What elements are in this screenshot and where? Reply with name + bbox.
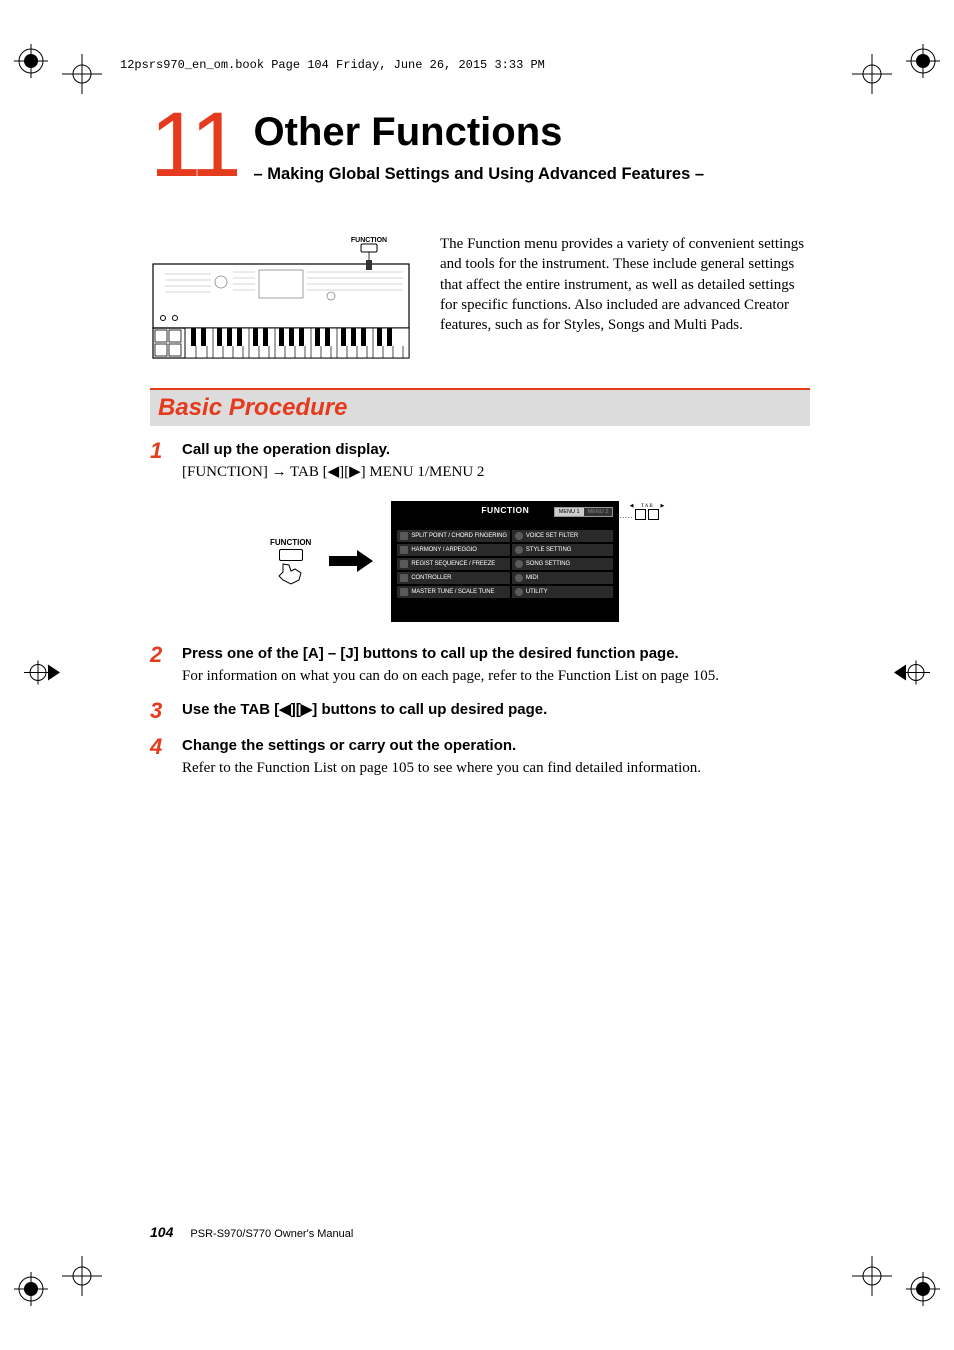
registration-mark-icon [14, 1272, 48, 1306]
crop-mark-icon [852, 1256, 892, 1296]
screen-title: FUNCTION [391, 505, 619, 515]
menu-item-icon [400, 532, 408, 540]
menu-item: MASTER TUNE / SCALE TUNE [397, 586, 510, 598]
page-content: 11 Other Functions – Making Global Setti… [150, 110, 810, 793]
menu-item-icon [515, 588, 523, 596]
menu-item: VOICE SET FILTER [512, 530, 613, 542]
page-number: 104 [150, 1224, 173, 1240]
crop-mark-icon [62, 54, 102, 94]
menu-item-label: STYLE SETTING [526, 547, 571, 553]
menu-item-label: REGIST SEQUENCE / FREEZE [411, 561, 495, 567]
screen-left-column: SPLIT POINT / CHORD FINGERING HARMONY / … [397, 530, 510, 600]
menu-item: REGIST SEQUENCE / FREEZE [397, 558, 510, 570]
step-1: 1 Call up the operation display. [FUNCTI… [150, 440, 810, 483]
steps-list: 1 Call up the operation display. [FUNCTI… [150, 440, 810, 779]
step-title: Use the TAB [◀][▶] buttons to call up de… [182, 700, 810, 720]
function-diagram: FUNCTION FUNCTION MENU [270, 501, 810, 622]
tab-right-button-icon [648, 509, 659, 520]
step-number: 1 [150, 440, 168, 483]
step-body: [FUNCTION] → TAB [◀][▶] MENU 1/MENU 2 [182, 462, 810, 482]
menu-item: SONG SETTING [512, 558, 613, 570]
registration-mark-icon [14, 44, 48, 78]
page-footer: 104 PSR-S970/S770 Owner's Manual [150, 1224, 353, 1240]
menu-item-label: MIDI [526, 575, 538, 581]
crop-mark-icon [890, 661, 934, 690]
function-screen-wrapper: FUNCTION MENU 1 MENU 2 SPLIT POINT / CHO… [391, 501, 619, 622]
menu-item: SPLIT POINT / CHORD FINGERING [397, 530, 510, 542]
step-3: 3 Use the TAB [◀][▶] buttons to call up … [150, 700, 810, 722]
screen-header: FUNCTION MENU 1 MENU 2 [397, 507, 613, 517]
chapter-subtitle: – Making Global Settings and Using Advan… [254, 165, 810, 184]
document-page: 12psrs970_en_om.book Page 104 Friday, Ju… [0, 0, 954, 1350]
running-header-text: 12psrs970_en_om.book Page 104 Friday, Ju… [120, 58, 545, 72]
menu-item-label: HARMONY / ARPEGGIO [411, 547, 476, 553]
doc-title: PSR-S970/S770 Owner's Manual [190, 1228, 353, 1240]
step-title: Press one of the [A] – [J] buttons to ca… [182, 644, 810, 664]
menu-item-label: CONTROLLER [411, 575, 451, 581]
screen-columns: SPLIT POINT / CHORD FINGERING HARMONY / … [397, 530, 613, 600]
menu-item-icon [400, 546, 408, 554]
step-number: 2 [150, 644, 168, 687]
crop-mark-icon [20, 661, 64, 690]
crop-mark-icon [62, 1256, 102, 1296]
chapter-titles: Other Functions – Making Global Settings… [254, 110, 810, 184]
menu-item-icon [400, 560, 408, 568]
tab-left-button-icon [635, 509, 646, 520]
menu-item-icon [400, 574, 408, 582]
step-body: Refer to the Function List on page 105 t… [182, 758, 810, 778]
registration-mark-icon [906, 44, 940, 78]
menu-item: HARMONY / ARPEGGIO [397, 544, 510, 556]
intro-row: FUNCTION [150, 234, 810, 360]
screen-right-column: VOICE SET FILTER STYLE SETTING SONG SETT… [512, 530, 613, 600]
step-4: 4 Change the settings or carry out the o… [150, 736, 810, 779]
intro-paragraph: The Function menu provides a variety of … [440, 234, 810, 360]
tab-buttons-callout: ◀ TAB ▶ [630, 503, 666, 520]
function-screen: FUNCTION MENU 1 MENU 2 SPLIT POINT / CHO… [391, 501, 619, 622]
function-button-callout: FUNCTION [270, 538, 311, 585]
step-number: 4 [150, 736, 168, 779]
step-2: 2 Press one of the [A] – [J] buttons to … [150, 644, 810, 687]
section-heading: Basic Procedure [150, 388, 810, 426]
menu-item-icon [515, 532, 523, 540]
menu-item-icon [515, 574, 523, 582]
registration-mark-icon [906, 1272, 940, 1306]
press-hand-icon [277, 563, 305, 585]
chapter-title: Other Functions [254, 110, 810, 155]
menu-item-icon [515, 546, 523, 554]
chapter-number: 11 [150, 106, 238, 184]
menu-item-label: VOICE SET FILTER [526, 533, 578, 539]
menu-item: UTILITY [512, 586, 613, 598]
step-title: Call up the operation display. [182, 440, 810, 460]
function-button-label: FUNCTION [270, 538, 311, 547]
function-button-icon [279, 549, 303, 561]
step-body: For information on what you can do on ea… [182, 666, 810, 686]
menu-item: STYLE SETTING [512, 544, 613, 556]
arrow-right-icon [329, 550, 373, 572]
menu-item: CONTROLLER [397, 572, 510, 584]
menu-item-icon [515, 560, 523, 568]
menu-item-label: SONG SETTING [526, 561, 570, 567]
menu-item-label: MASTER TUNE / SCALE TUNE [411, 589, 494, 595]
keyboard-illustration: FUNCTION [150, 234, 412, 360]
menu-item-label: UTILITY [526, 589, 548, 595]
step-number: 3 [150, 700, 168, 722]
chapter-header: 11 Other Functions – Making Global Setti… [150, 110, 810, 184]
step-title: Change the settings or carry out the ope… [182, 736, 810, 756]
dotted-line-icon: ...... [617, 512, 634, 520]
menu-item-icon [400, 588, 408, 596]
running-header: 12psrs970_en_om.book Page 104 Friday, Ju… [120, 58, 545, 72]
menu-item-label: SPLIT POINT / CHORD FINGERING [411, 533, 507, 539]
crop-mark-icon [852, 54, 892, 94]
svg-text:FUNCTION: FUNCTION [351, 237, 387, 244]
menu-item: MIDI [512, 572, 613, 584]
